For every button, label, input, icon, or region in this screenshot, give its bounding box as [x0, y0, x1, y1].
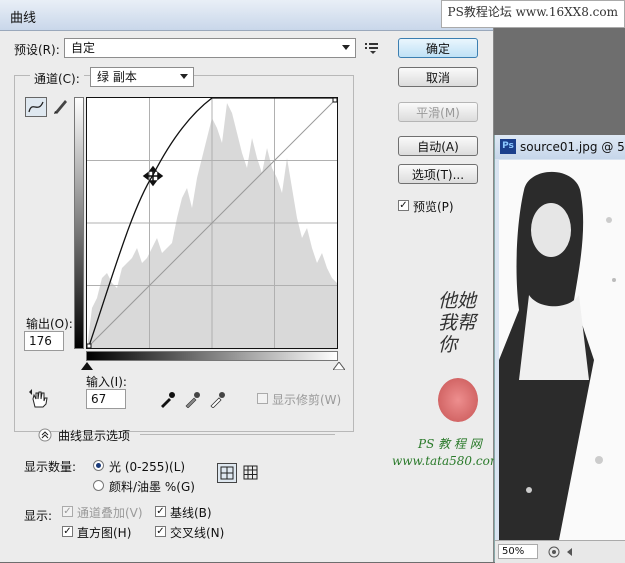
baseline-checkbox[interactable]: ✓ [155, 506, 166, 517]
channel-overlays-checkbox[interactable]: ✓ [62, 506, 73, 517]
collapse-chevron-icon[interactable] [38, 428, 52, 442]
channel-value: 绿 副本 [97, 70, 137, 84]
document-title: source01.jpg @ 50% [520, 140, 625, 154]
site-url: www.tata580.com [392, 454, 502, 468]
pigment-radio[interactable] [93, 480, 104, 491]
seal-stamp [438, 378, 478, 422]
channel-label: 通道(C): [30, 70, 84, 87]
preview-checkbox[interactable]: ✓ [398, 200, 409, 211]
output-field[interactable]: 176 [24, 331, 64, 351]
divider [140, 434, 335, 435]
detailed-grid-icon[interactable] [243, 465, 259, 481]
document-canvas[interactable] [499, 160, 625, 540]
input-label: 输入(I): [86, 375, 127, 389]
ok-button[interactable]: 确定 [398, 38, 478, 58]
histogram-checkbox[interactable]: ✓ [62, 526, 73, 537]
pigment-radio-label: 颜料/油墨 %(G) [109, 480, 195, 494]
document-window: Ps source01.jpg @ 50% 50% [494, 135, 625, 563]
watermark-banner: PS教程论坛 www.16XX8.com [440, 0, 625, 28]
preset-options-icon[interactable] [364, 41, 380, 55]
calligraphy-text: 他她我帮你 [438, 290, 477, 356]
document-statusbar: 50% [495, 540, 625, 563]
channel-overlays-label: 通道叠加(V) [77, 506, 143, 520]
input-gradient-bar [86, 351, 338, 361]
scroll-left-icon[interactable] [565, 547, 575, 557]
preset-value: 自定 [71, 41, 96, 55]
preset-select[interactable]: 自定 [64, 38, 356, 58]
document-titlebar: Ps source01.jpg @ 50% [495, 135, 625, 159]
pencil-icon[interactable] [51, 97, 69, 115]
curve-point-tool[interactable] [25, 97, 47, 117]
on-image-adjust-hand-icon[interactable] [28, 389, 50, 409]
zoom-field[interactable]: 50% [498, 544, 538, 559]
preset-label: 预设(R): [14, 43, 60, 57]
curve-startpoint[interactable] [86, 343, 92, 349]
status-menu-icon[interactable] [547, 545, 561, 559]
white-point-slider[interactable] [333, 362, 345, 370]
site-name: PS 教 程 网 [418, 437, 482, 451]
input-value: 67 [91, 392, 107, 406]
black-point-slider[interactable] [81, 362, 93, 370]
baseline-label: 基线(B) [170, 506, 212, 520]
options-button[interactable]: 选项(T)... [398, 164, 478, 184]
light-radio[interactable] [93, 460, 104, 471]
zoom-value: 50% [502, 546, 525, 557]
gray-eyedropper-icon[interactable] [183, 390, 201, 408]
light-radio-label: 光 (0-255)(L) [109, 460, 186, 474]
cancel-button[interactable]: 取消 [398, 67, 478, 87]
curve-tool-icon [28, 101, 44, 113]
histogram-label: 直方图(H) [77, 526, 132, 540]
show-amount-label: 显示数量: [24, 460, 77, 474]
grid-4-icon [220, 466, 234, 480]
curve-options-label: 曲线显示选项 [58, 429, 131, 443]
intersection-checkbox[interactable]: ✓ [155, 526, 166, 537]
curves-dialog: 曲线 预设(R): 自定 确定 取消 平滑(M) 自动(A) 选项(T)... … [0, 0, 501, 562]
show-label: 显示: [24, 509, 53, 523]
photoshop-icon: Ps [500, 139, 516, 154]
channel-select[interactable]: 绿 副本 [90, 67, 194, 87]
output-value: 176 [29, 334, 52, 348]
auto-button[interactable]: 自动(A) [398, 136, 478, 156]
white-eyedropper-icon[interactable] [208, 390, 226, 408]
smooth-button[interactable]: 平滑(M) [398, 102, 478, 122]
black-eyedropper-icon[interactable] [158, 390, 176, 408]
intersection-label: 交叉线(N) [170, 526, 225, 540]
curve-graph-svg [86, 97, 338, 349]
portrait-photo [499, 160, 625, 540]
curve-endpoint[interactable] [332, 97, 338, 103]
show-clipping-label: 显示修剪(W) [272, 393, 342, 407]
chevron-down-icon [342, 45, 350, 50]
title-bar: 曲线 [0, 0, 493, 31]
output-gradient-bar [74, 97, 84, 349]
simple-grid-button[interactable] [217, 463, 237, 483]
chevron-down-icon [180, 74, 188, 79]
preview-label: 预览(P) [413, 200, 454, 214]
show-clipping-checkbox[interactable] [257, 393, 268, 404]
dialog-title: 曲线 [10, 11, 37, 26]
curve-graph[interactable] [86, 97, 338, 349]
output-label: 输出(O): [26, 317, 73, 331]
move-cursor-icon [142, 165, 164, 187]
input-field[interactable]: 67 [86, 389, 126, 409]
